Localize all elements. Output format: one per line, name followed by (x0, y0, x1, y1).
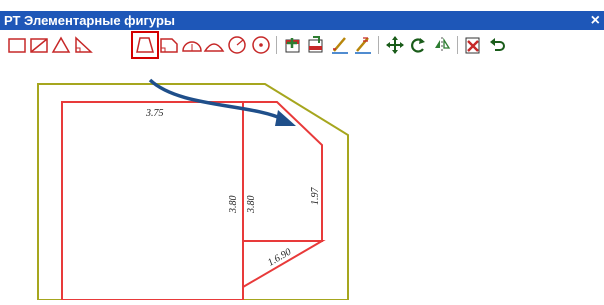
semicircle-marked-tool-button[interactable] (181, 34, 203, 56)
add-shape-icon (285, 38, 300, 53)
diagonal-rectangle-tool-button[interactable] (28, 34, 50, 56)
left-rectangle (61, 101, 244, 301)
delete-icon (465, 37, 480, 54)
label-left-mid: 3.80 (228, 196, 239, 215)
drawing-canvas[interactable]: 3.75 3.80 3.80 1.97 1.6.90 (0, 68, 604, 301)
triangle-icon (51, 36, 71, 53)
rotate-icon (411, 38, 425, 53)
pointer-arrow (148, 78, 286, 122)
quarter-rect-icon (160, 38, 178, 53)
move-icon (386, 36, 404, 54)
undo-icon (490, 38, 505, 51)
edit-shape-button[interactable] (329, 34, 351, 56)
remove-shape-button[interactable] (305, 34, 327, 56)
move-button[interactable] (384, 34, 406, 56)
toolbar-separator (276, 36, 277, 54)
undo-button[interactable] (486, 34, 508, 56)
edit-shape-icon (332, 37, 348, 54)
trapezoid-icon (136, 37, 154, 53)
edit-shape-alt-button[interactable] (352, 34, 374, 56)
circle-arc-tool-button[interactable] (226, 34, 248, 56)
label-top: 3.75 (145, 108, 164, 119)
rotate-button[interactable] (407, 34, 429, 56)
mirror-button[interactable] (431, 34, 453, 56)
drawing-svg: 3.75 3.80 3.80 1.97 1.6.90 (37, 78, 349, 301)
label-right-mid: 3.80 (246, 196, 257, 215)
circle-center-tool-button[interactable] (250, 34, 272, 56)
add-shape-button[interactable] (282, 34, 304, 56)
segment-icon (203, 43, 225, 52)
triangle-tool-button[interactable] (50, 34, 72, 56)
circle-arc-icon (228, 36, 246, 54)
tool-window: РТ Элементарные фигуры × 3.75 3.80 3.80 … (0, 0, 604, 301)
rectangle-icon (8, 38, 26, 53)
bottom-triangle (242, 240, 326, 289)
outline-shape (37, 83, 349, 301)
remove-shape-icon (308, 36, 323, 53)
toolbar-separator (457, 36, 458, 54)
circle-center-icon (252, 36, 270, 54)
quarter-rect-tool-button[interactable] (158, 34, 180, 56)
right-triangle-icon (75, 36, 93, 53)
edit-shape-alt-icon (355, 37, 371, 54)
toolbar-separator (378, 36, 379, 54)
label-right-side: 1.97 (310, 187, 321, 206)
title-bar[interactable]: РТ Элементарные фигуры × (0, 11, 604, 30)
delete-button[interactable] (462, 34, 484, 56)
segment-tool-button[interactable] (203, 34, 225, 56)
close-button[interactable]: × (591, 11, 600, 30)
rectangle-tool-button[interactable] (6, 34, 28, 56)
diagonal-rectangle-icon (30, 38, 48, 53)
trapezoid-tool-button[interactable] (131, 31, 159, 59)
mirror-icon (435, 37, 451, 53)
window-title: РТ Элементарные фигуры (4, 13, 176, 28)
semicircle-marked-icon (182, 41, 202, 52)
toolbar (0, 30, 604, 68)
right-triangle-tool-button[interactable] (72, 34, 94, 56)
